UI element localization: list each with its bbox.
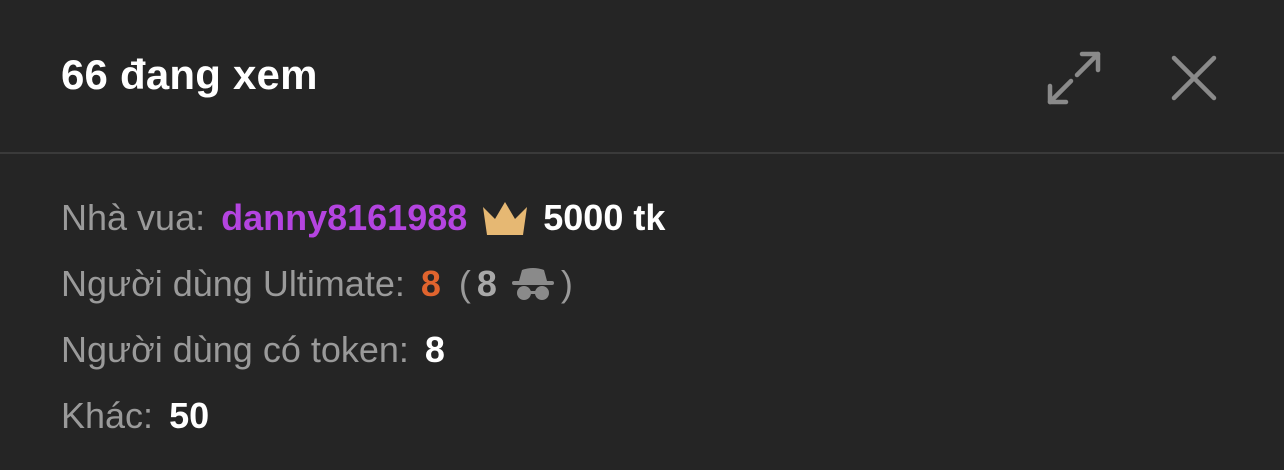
king-label: Nhà vua: [61,197,206,238]
king-row: Nhà vua: danny8161988 5000 tk [61,196,665,240]
anonymous-count: 8 [476,263,497,304]
panel-header: 66 đang xem [0,0,1284,152]
panel-title: 66 đang xem [61,51,318,98]
ultimate-count: 8 [420,263,441,304]
king-username-link[interactable]: danny8161988 [221,196,467,240]
incognito-spy-icon [509,266,557,302]
token-users-row: Người dùng có token: 8 [61,328,445,372]
close-button[interactable] [1164,48,1224,108]
expand-button[interactable] [1044,48,1104,108]
header-divider [0,152,1284,154]
paren-close: ) [560,263,573,304]
expand-arrows-icon [1047,51,1101,105]
other-count: 50 [169,395,210,436]
ultimate-label: Người dùng Ultimate: [61,263,405,304]
viewers-panel: 66 đang xem Nhà vua: danny8161988 5000 t… [0,0,1284,470]
other-row: Khác: 50 [61,394,209,438]
crown-icon [481,199,529,237]
token-users-label: Người dùng có token: [61,329,409,370]
king-tokens: 5000 tk [543,197,666,238]
ultimate-row: Người dùng Ultimate: 8 ( 8 ) [61,262,573,306]
other-label: Khác: [61,395,154,436]
token-users-count: 8 [424,329,445,370]
close-x-icon [1171,55,1217,101]
paren-open: ( [458,263,471,304]
